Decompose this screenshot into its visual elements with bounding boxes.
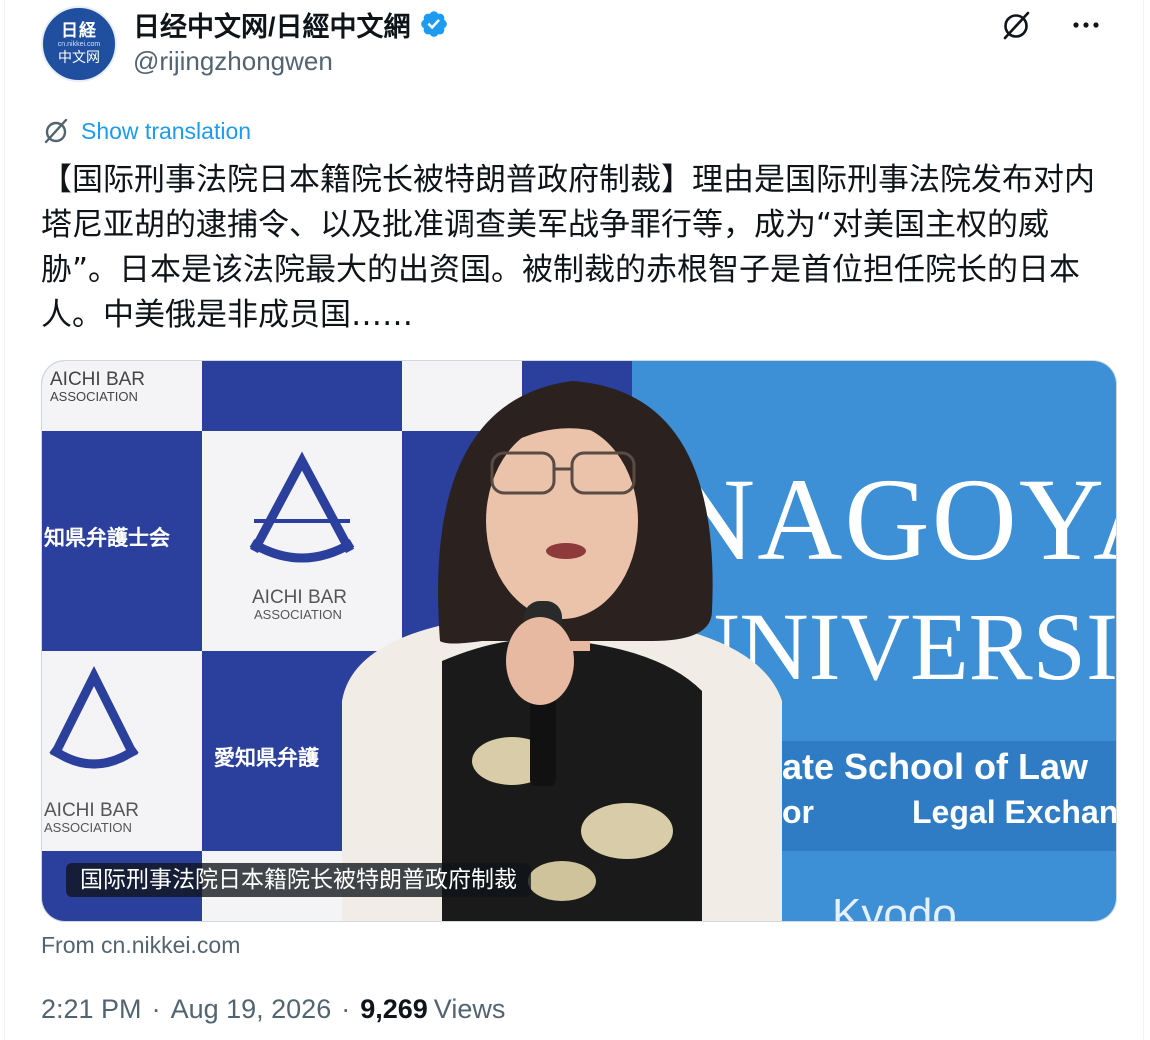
meta-separator: · — [151, 994, 161, 1024]
tweet-time[interactable]: 2:21 PM — [41, 994, 142, 1025]
svg-text:ate School of Law: ate School of Law — [782, 746, 1089, 787]
show-translation-label: Show translation — [81, 117, 252, 144]
svg-text:Kyodo: Kyodo — [832, 890, 957, 922]
author-name-row: 日经中文网/日經中文網 — [133, 6, 449, 42]
svg-text:AICHI BAR: AICHI BAR — [252, 587, 347, 608]
svg-text:ASSOCIATION: ASSOCIATION — [254, 607, 342, 622]
display-name[interactable]: 日经中文网/日經中文網 — [133, 5, 411, 44]
verified-badge-icon — [420, 11, 447, 37]
svg-text:AICHI BAR: AICHI BAR — [44, 800, 139, 821]
svg-text:NAGOYA: NAGOYA — [670, 454, 1117, 585]
svg-text:Legal Exchan: Legal Exchan — [912, 794, 1117, 830]
press-conference-photo: AICHI BAR ASSOCIATION AICHI BAR ASSOCIAT… — [42, 361, 1117, 922]
source-link[interactable]: From cn.nikkei.com — [41, 932, 240, 959]
show-translation-link[interactable]: Show translation — [41, 116, 251, 146]
image-caption: 国际刑事法院日本籍院长被特朗普政府制裁 — [66, 863, 531, 897]
tweet-image[interactable]: AICHI BAR ASSOCIATION AICHI BAR ASSOCIAT… — [41, 360, 1117, 922]
svg-text:ASSOCIATION: ASSOCIATION — [50, 389, 138, 404]
meta-separator: · — [341, 994, 351, 1024]
views-count: 9,269 — [360, 994, 428, 1024]
tweet-date[interactable]: Aug 19, 2026 — [171, 994, 332, 1025]
avatar-logo-text: 日経 — [61, 20, 97, 41]
more-icon[interactable] — [1069, 8, 1103, 42]
svg-text:知県弁護士会: 知県弁護士会 — [44, 526, 170, 550]
tweet-text: 【国际刑事法院日本籍院长被特朗普政府制裁】理由是国际刑事法院发布对内塔尼亚胡的逮… — [41, 162, 1095, 333]
avatar-label-text: 中文网 — [58, 49, 100, 66]
avatar-url-text: cn.nikkei.com — [57, 40, 101, 48]
grok-icon[interactable] — [999, 8, 1033, 42]
tweet-meta: 2:21 PM · Aug 19, 2026 · 9,269 Views — [41, 994, 505, 1025]
user-handle[interactable]: @rijingzhongwen — [133, 46, 333, 77]
views-label: Views — [433, 994, 506, 1024]
tweet-container: 日経 cn.nikkei.com 中文网 日经中文网/日經中文網 @rijing… — [4, 0, 1144, 1040]
svg-text:or: or — [782, 794, 814, 830]
avatar[interactable]: 日経 cn.nikkei.com 中文网 — [41, 6, 117, 82]
svg-text:愛知県弁護: 愛知県弁護 — [214, 746, 320, 770]
svg-text:ASSOCIATION: ASSOCIATION — [44, 820, 132, 835]
svg-text:AICHI BAR: AICHI BAR — [50, 369, 145, 390]
grok-icon — [44, 118, 68, 144]
tweet-actions-top — [999, 8, 1103, 42]
